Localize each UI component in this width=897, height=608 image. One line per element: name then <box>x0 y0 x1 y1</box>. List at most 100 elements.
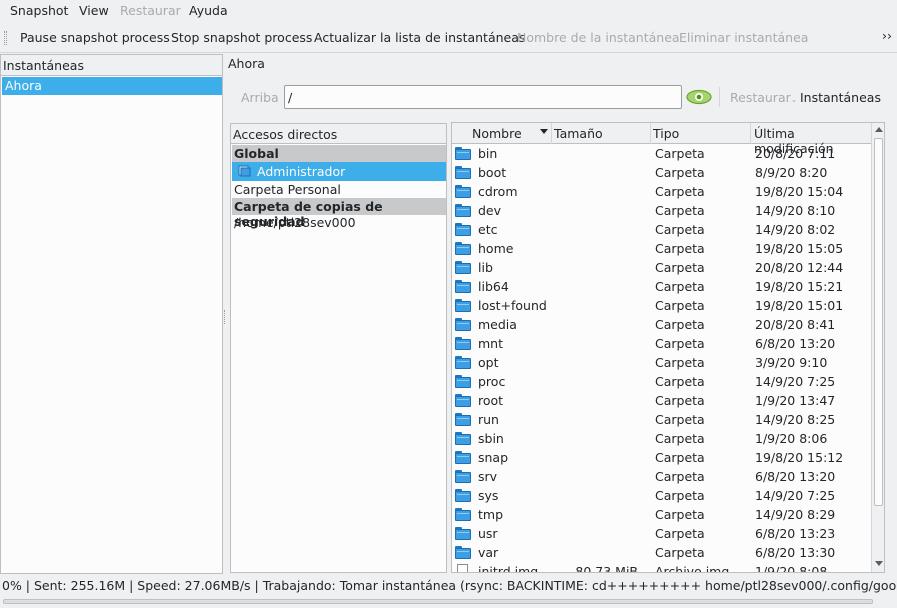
restore-dropdown-button[interactable]: Restaurar⌄ <box>730 90 797 105</box>
file-row[interactable]: var Carpeta 6/8/20 13:30 <box>452 543 872 562</box>
snapshots-button[interactable]: Instantáneas <box>800 90 881 105</box>
file-row[interactable]: mnt Carpeta 6/8/20 13:20 <box>452 334 872 353</box>
file-row[interactable]: proc Carpeta 14/9/20 7:25 <box>452 372 872 391</box>
menu-snapshot[interactable]: Snapshot <box>10 3 68 18</box>
shortcut-administrator[interactable]: Administrador <box>232 162 446 181</box>
file-type: Carpeta <box>655 393 705 408</box>
column-header-size-label: Tamaño <box>554 126 603 141</box>
shortcuts-header: Accesos directos <box>231 124 446 144</box>
files-scrollbar[interactable] <box>871 123 884 572</box>
file-name: root <box>478 393 504 408</box>
file-name: usr <box>478 526 498 541</box>
up-button[interactable]: Arriba <box>241 90 279 105</box>
file-type: Carpeta <box>655 374 705 389</box>
file-modified: 1/9/20 8:08 <box>755 564 828 572</box>
pause-snapshot-button[interactable]: Pause snapshot process <box>20 30 170 45</box>
file-type: Carpeta <box>655 317 705 332</box>
file-row[interactable]: snap Carpeta 19/8/20 15:12 <box>452 448 872 467</box>
file-name: sys <box>478 488 499 503</box>
toolbar-overflow-icon[interactable]: ›› <box>882 28 892 43</box>
computer-icon <box>238 165 251 177</box>
folder-icon <box>455 375 471 388</box>
scroll-down-arrow-icon[interactable] <box>875 561 883 566</box>
shortcut-home[interactable]: Carpeta Personal <box>232 181 446 198</box>
splitter-handle-icon[interactable] <box>224 310 227 324</box>
file-row[interactable]: lib Carpeta 20/8/20 12:44 <box>452 258 872 277</box>
toolbar-grip-icon[interactable] <box>4 31 7 45</box>
column-header-name[interactable]: Nombre <box>452 123 552 144</box>
scrollbar-thumb[interactable] <box>874 138 883 506</box>
file-name: dev <box>478 203 502 218</box>
shortcut-backup-path[interactable]: /home/ptl28sev000 <box>232 215 446 232</box>
progress-bar <box>3 599 873 604</box>
show-hidden-eye-icon[interactable] <box>686 88 712 106</box>
menu-restore[interactable]: Restaurar <box>120 3 181 18</box>
file-row[interactable]: lost+found Carpeta 19/8/20 15:01 <box>452 296 872 315</box>
file-row[interactable]: usr Carpeta 6/8/20 13:23 <box>452 524 872 543</box>
file-row[interactable]: initrd.img 80,73 MiB Archivo img 1/9/20 8:0… <box>452 562 872 572</box>
file-modified: 6/8/20 13:30 <box>755 545 836 560</box>
file-size: 80,73 MiB <box>575 564 638 572</box>
file-name: run <box>478 412 499 427</box>
file-type: Carpeta <box>655 203 705 218</box>
file-row[interactable]: tmp Carpeta 14/9/20 8:29 <box>452 505 872 524</box>
snapshot-item-now[interactable]: Ahora <box>2 77 222 95</box>
file-modified: 14/9/20 8:02 <box>755 222 836 237</box>
file-modified: 1/9/20 8:06 <box>755 431 828 446</box>
file-name: srv <box>478 469 498 484</box>
snapshot-name-button[interactable]: Nombre de la instantánea <box>517 30 680 45</box>
status-text: 0% | Sent: 255.16M | Speed: 27.06MB/s | … <box>2 578 897 593</box>
scroll-up-arrow-icon[interactable] <box>875 127 883 132</box>
file-name: proc <box>478 374 506 389</box>
statusbar: 0% | Sent: 255.16M | Speed: 27.06MB/s | … <box>0 577 897 595</box>
snapshot-item-label: Ahora <box>5 78 42 93</box>
file-row[interactable]: lib64 Carpeta 19/8/20 15:21 <box>452 277 872 296</box>
file-row[interactable]: boot Carpeta 8/9/20 8:20 <box>452 163 872 182</box>
refresh-snapshots-button[interactable]: Actualizar la lista de instantáneas <box>314 30 525 45</box>
files-header: Nombre Tamaño Tipo Última modificación <box>452 123 872 156</box>
file-row[interactable]: srv Carpeta 6/8/20 13:20 <box>452 467 872 486</box>
file-modified: 19/8/20 15:12 <box>755 450 844 465</box>
file-type: Carpeta <box>655 431 705 446</box>
file-row[interactable]: dev Carpeta 14/9/20 8:10 <box>452 201 872 220</box>
folder-icon <box>455 337 471 350</box>
column-header-type-label: Tipo <box>653 126 680 141</box>
shortcuts-group-global-label: Global <box>234 146 279 161</box>
stop-snapshot-button[interactable]: Stop snapshot process <box>171 30 312 45</box>
file-row[interactable]: home Carpeta 19/8/20 15:05 <box>452 239 872 258</box>
path-input-value: / <box>288 90 293 105</box>
folder-icon <box>455 280 471 293</box>
folder-icon <box>455 451 471 464</box>
column-header-type[interactable]: Tipo <box>651 123 751 144</box>
menu-help[interactable]: Ayuda <box>189 3 228 18</box>
file-row[interactable]: root Carpeta 1/9/20 13:47 <box>452 391 872 410</box>
file-name: snap <box>478 450 509 465</box>
file-type: Carpeta <box>655 355 705 370</box>
file-type: Carpeta <box>655 507 705 522</box>
menubar: Snapshot View Restaurar Ayuda <box>0 0 897 22</box>
separator <box>719 87 720 107</box>
file-row[interactable]: run Carpeta 14/9/20 8:25 <box>452 410 872 429</box>
file-row[interactable]: opt Carpeta 3/9/20 9:10 <box>452 353 872 372</box>
delete-snapshot-button[interactable]: Eliminar instantánea <box>679 30 808 45</box>
folder-icon <box>455 223 471 236</box>
file-row[interactable]: etc Carpeta 14/9/20 8:02 <box>452 220 872 239</box>
menu-view[interactable]: View <box>79 3 109 18</box>
file-row[interactable]: sys Carpeta 14/9/20 7:25 <box>452 486 872 505</box>
file-name: tmp <box>478 507 504 522</box>
file-row[interactable]: sbin Carpeta 1/9/20 8:06 <box>452 429 872 448</box>
file-type: Carpeta <box>655 241 705 256</box>
file-type: Carpeta <box>655 184 705 199</box>
file-row[interactable]: cdrom Carpeta 19/8/20 15:04 <box>452 182 872 201</box>
file-type: Carpeta <box>655 222 705 237</box>
column-header-size[interactable]: Tamaño <box>552 123 651 144</box>
file-modified: 6/8/20 13:20 <box>755 469 836 484</box>
file-row[interactable]: bin Carpeta 20/8/20 7:11 <box>452 144 872 163</box>
shortcut-backup-path-label: /home/ptl28sev000 <box>234 215 356 230</box>
toolbar: Pause snapshot process Stop snapshot pro… <box>0 23 897 53</box>
file-icon <box>457 564 468 572</box>
file-name: etc <box>478 222 498 237</box>
path-input[interactable]: / <box>284 85 682 109</box>
column-header-modified[interactable]: Última modificación <box>751 123 872 156</box>
file-row[interactable]: media Carpeta 20/8/20 8:41 <box>452 315 872 334</box>
